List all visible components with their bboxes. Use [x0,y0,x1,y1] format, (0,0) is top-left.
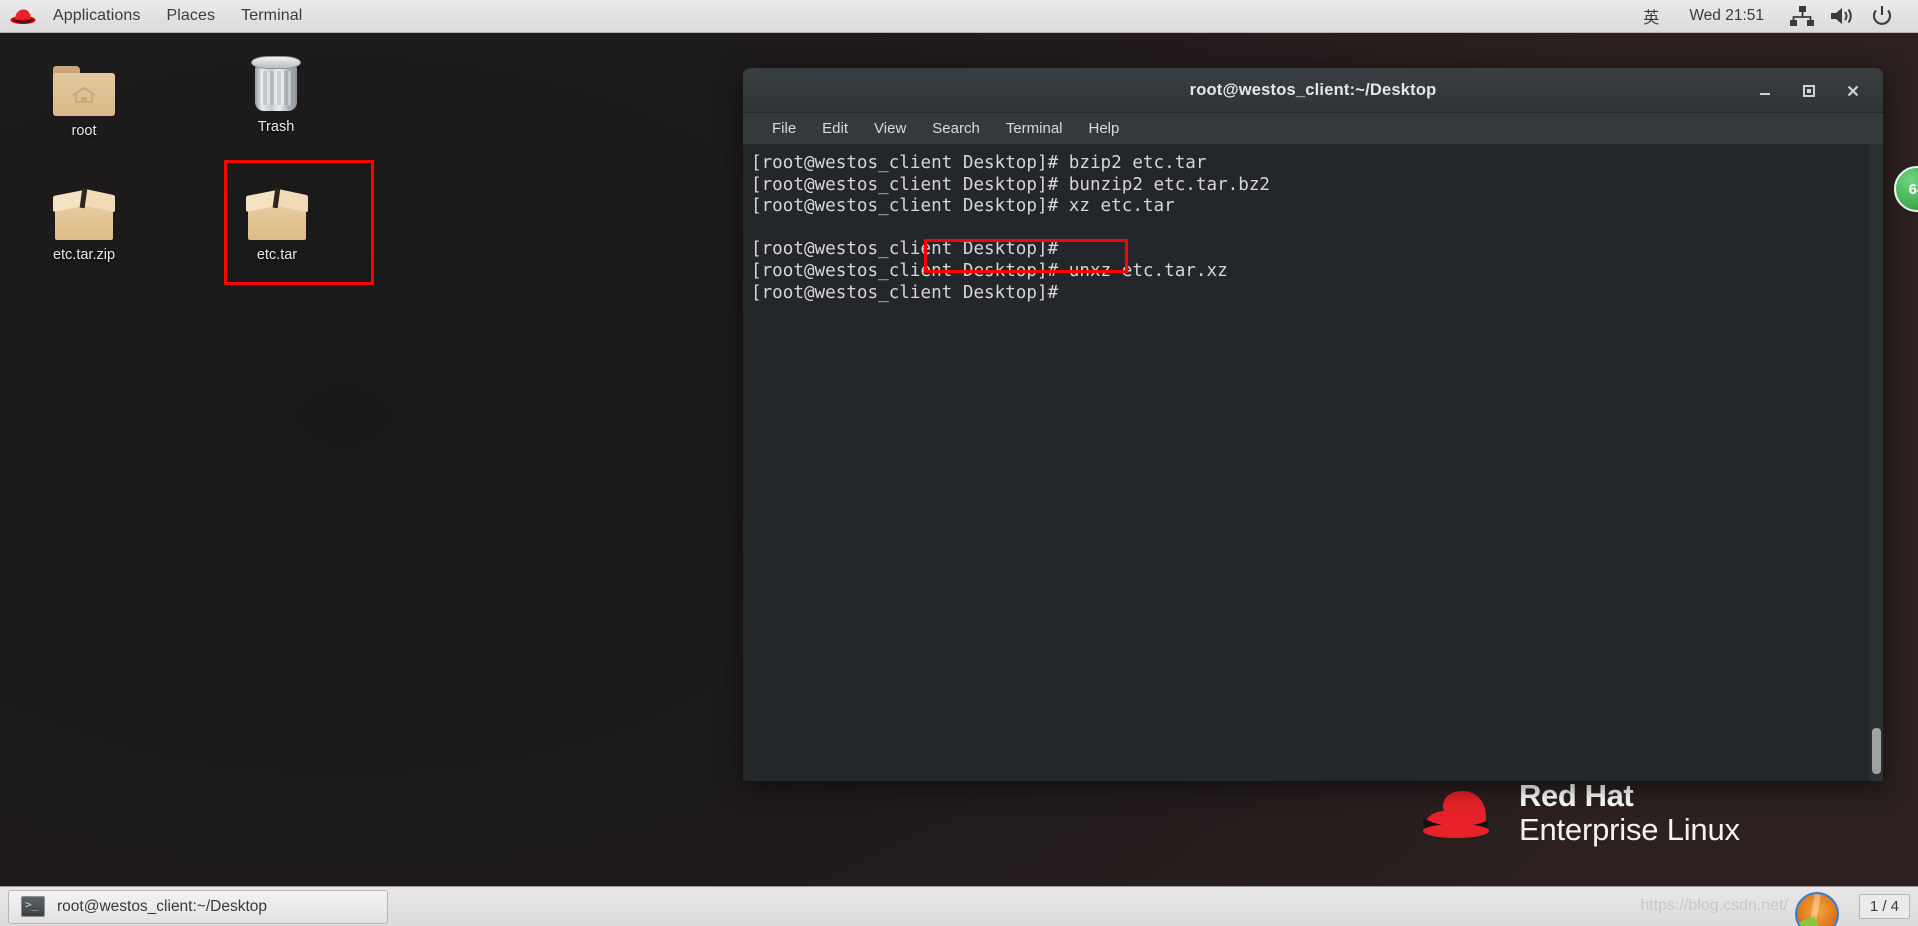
taskbar-window-label: root@westos_client:~/Desktop [57,897,268,915]
top-panel: Applications Places Terminal 英 Wed 21:51 [0,0,1918,33]
desktop-icon-label: Trash [257,119,295,135]
terminal-line: [root@westos_client Desktop]# [751,239,1059,260]
app-circle-icon[interactable] [1794,891,1839,926]
taskbar-window-button[interactable]: root@westos_client:~/Desktop [8,889,388,924]
home-folder-icon [24,48,144,116]
terminal-menu-terminal[interactable]: Terminal [993,118,1076,139]
terminal-menu-search[interactable]: Search [919,118,993,139]
selection-highlight-etc-tar [224,160,374,285]
close-icon[interactable] [1831,68,1875,113]
terminal-line: [root@westos_client Desktop]# bunzip2 et… [751,174,1271,195]
terminal-menu-edit[interactable]: Edit [809,118,861,139]
terminal-scrollbar-thumb[interactable] [1872,728,1881,774]
network-icon[interactable] [1789,5,1815,27]
menu-applications[interactable]: Applications [40,4,153,28]
terminal-title: root@westos_client:~/Desktop [1189,80,1437,99]
screen-root: Applications Places Terminal 英 Wed 21:51 [0,0,1918,926]
desktop-icon-label: etc.tar.zip [52,247,116,263]
volume-icon[interactable] [1829,5,1855,27]
maximize-icon[interactable] [1787,68,1831,113]
redhat-hat-icon [1418,785,1503,841]
window-controls [1743,68,1875,113]
terminal-icon [21,896,45,917]
terminal-line: [root@westos_client Desktop]# bzip2 etc.… [751,153,1207,173]
trash-icon [216,44,336,112]
rhel-text: Red Hat Enterprise Linux [1519,780,1740,845]
system-tray: 英 Wed 21:51 [1639,4,1918,28]
brand-line-1: Red Hat [1519,778,1634,813]
terminal-window[interactable]: root@westos_client:~/Desktop File Edit V… [743,68,1883,781]
terminal-line: [root@westos_client Desktop]# unxz etc.t… [751,260,1228,281]
terminal-scrollbar[interactable] [1869,145,1883,781]
power-icon[interactable] [1869,5,1895,27]
workspace-switcher[interactable]: 1 / 4 [1858,894,1910,919]
top-panel-left: Applications Places Terminal [0,4,315,28]
terminal-titlebar[interactable]: root@westos_client:~/Desktop [743,68,1883,113]
bottom-panel-right: 1 / 4 [1794,891,1918,926]
input-method-indicator[interactable]: 英 [1639,4,1671,28]
terminal-output-area[interactable]: [root@westos_client Desktop]# bzip2 etc.… [743,145,1883,781]
clock[interactable]: Wed 21:51 [1671,7,1782,25]
menu-places[interactable]: Places [153,4,228,28]
terminal-line: [root@westos_client Desktop]# [751,282,1059,303]
terminal-menu-help[interactable]: Help [1076,118,1133,139]
bottom-panel: root@westos_client:~/Desktop 1 / 4 [0,886,1918,926]
terminal-menu-file[interactable]: File [759,118,809,139]
redhat-hat-icon [10,8,36,25]
rhel-branding: Red Hat Enterprise Linux [1418,780,1740,845]
desktop-icon-etc-tar-zip[interactable]: etc.tar.zip [24,172,144,264]
archive-box-icon [24,172,144,240]
desktop-icon-root[interactable]: root [24,48,144,140]
desktop-icon-trash[interactable]: Trash [216,44,336,136]
desktop-icon-label: root [71,123,97,139]
terminal-menu-view[interactable]: View [861,118,919,139]
menu-terminal[interactable]: Terminal [228,4,315,28]
terminal-line: [root@westos_client Desktop]# xz etc.tar [751,196,1175,217]
minimize-icon[interactable] [1743,68,1787,113]
terminal-menubar: File Edit View Search Terminal Help [743,113,1883,145]
brand-line-2: Enterprise Linux [1519,812,1740,847]
